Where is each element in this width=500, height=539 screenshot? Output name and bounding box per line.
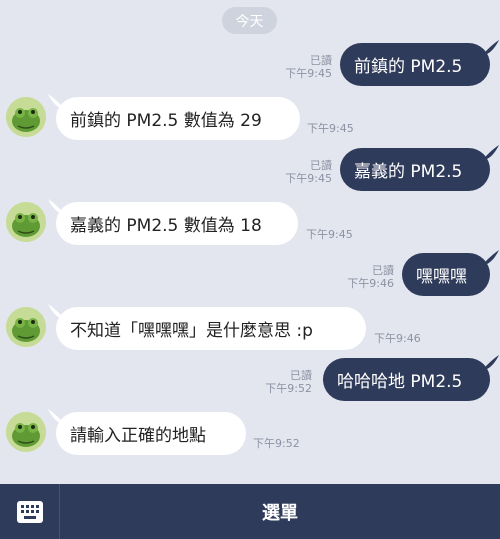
- message-meta: 已讀 下午9:46: [330, 264, 394, 290]
- read-receipt: 已讀: [310, 159, 332, 172]
- keyboard-icon: [16, 500, 43, 523]
- message-time: 下午9:45: [307, 122, 354, 135]
- bubble-tail: [483, 250, 499, 264]
- outgoing-message-bubble[interactable]: 哈哈哈地 PM2.5: [323, 358, 490, 401]
- frog-avatar-icon: [6, 202, 46, 242]
- read-receipt: 已讀: [372, 264, 394, 277]
- bot-avatar[interactable]: [6, 202, 46, 242]
- incoming-message-bubble[interactable]: 嘉義的 PM2.5 數值為 18: [56, 202, 298, 245]
- frog-avatar-icon: [6, 307, 46, 347]
- frog-avatar-icon: [6, 412, 46, 452]
- message-time: 下午9:45: [306, 228, 353, 241]
- message-time: 下午9:46: [347, 277, 394, 290]
- message-meta: 已讀 下午9:45: [268, 54, 332, 80]
- frog-avatar-icon: [6, 97, 46, 137]
- bubble-tail: [483, 40, 499, 54]
- message-meta: 已讀 下午9:45: [268, 159, 332, 185]
- bubble-tail: [483, 145, 499, 159]
- outgoing-message-bubble[interactable]: 嘉義的 PM2.5: [340, 148, 490, 191]
- date-divider: 今天: [222, 7, 277, 34]
- outgoing-message-bubble[interactable]: 嘿嘿嘿: [402, 253, 490, 296]
- read-receipt: 已讀: [310, 54, 332, 67]
- message-time: 下午9:52: [265, 382, 312, 395]
- bubble-tail: [483, 355, 499, 369]
- message-time: 下午9:46: [374, 332, 421, 345]
- keyboard-toggle-button[interactable]: [0, 484, 60, 539]
- bot-avatar[interactable]: [6, 97, 46, 137]
- read-receipt: 已讀: [290, 369, 312, 382]
- incoming-message-bubble[interactable]: 不知道「嘿嘿嘿」是什麼意思 :p: [56, 307, 366, 350]
- message-time: 下午9:45: [285, 67, 332, 80]
- bot-avatar[interactable]: [6, 412, 46, 452]
- message-time: 下午9:45: [285, 172, 332, 185]
- incoming-message-bubble[interactable]: 請輸入正確的地點: [56, 412, 246, 455]
- incoming-message-bubble[interactable]: 前鎮的 PM2.5 數值為 29: [56, 97, 300, 140]
- message-meta: 已讀 下午9:52: [248, 369, 312, 395]
- menu-button[interactable]: 選單: [60, 484, 500, 539]
- bot-avatar[interactable]: [6, 307, 46, 347]
- message-time: 下午9:52: [253, 437, 300, 450]
- chat-area[interactable]: 今天 已讀 下午9:45 前鎮的 PM2.5 前鎮的 PM2.5 數值為 29 …: [0, 0, 500, 484]
- outgoing-message-bubble[interactable]: 前鎮的 PM2.5: [340, 43, 490, 86]
- bottom-bar: 選單: [0, 484, 500, 539]
